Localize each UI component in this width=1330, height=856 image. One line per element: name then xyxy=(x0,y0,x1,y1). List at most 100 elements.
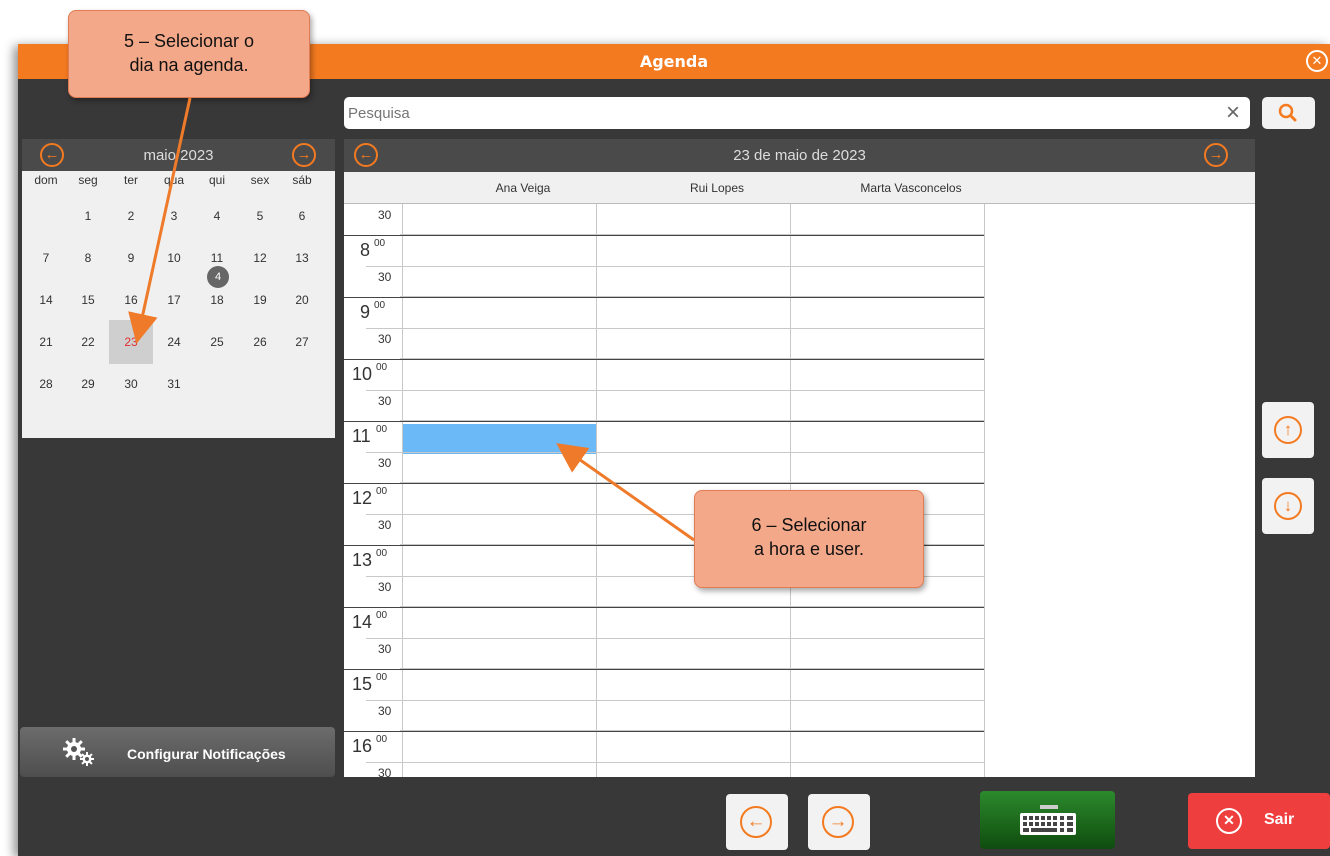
calendar-day[interactable]: 25 xyxy=(195,320,239,364)
weekday-label: dom xyxy=(34,173,58,187)
weekday-label: qui xyxy=(208,173,225,187)
calendar-day-selected[interactable]: 23 xyxy=(109,320,153,364)
half-hour-label: 30 xyxy=(378,394,392,408)
calendar-day[interactable]: 30 xyxy=(109,362,153,406)
callout-step-5-line-2: dia na agenda. xyxy=(129,55,249,75)
half-hour-label: 30 xyxy=(378,518,392,532)
hour-line xyxy=(344,731,984,732)
calendar-day[interactable]: 31 xyxy=(152,362,196,406)
configure-notifications-label: Configurar Notificações xyxy=(127,746,286,762)
minute-label: 00 xyxy=(376,672,388,683)
hour-label: 8 xyxy=(360,240,371,260)
weekday-label: qua xyxy=(163,173,185,187)
calendar-day[interactable]: 17 xyxy=(152,278,196,322)
scroll-up-button[interactable]: ↑ xyxy=(1262,402,1314,458)
calendar-day[interactable]: 10 xyxy=(152,236,196,280)
calendar-day[interactable]: 6 xyxy=(280,194,324,238)
hour-label: 15 xyxy=(352,674,373,694)
slot-line xyxy=(366,452,984,453)
arrow-right-icon: → xyxy=(822,806,854,838)
half-hour-label: 30 xyxy=(378,208,392,222)
minute-label: 00 xyxy=(374,238,386,249)
gears-icon xyxy=(63,738,94,766)
configure-notifications-button[interactable]: Configurar Notificações xyxy=(20,727,335,777)
calendar-day[interactable]: 28 xyxy=(24,362,68,406)
calendar-day[interactable]: 12 xyxy=(238,236,282,280)
calendar-day[interactable]: 9 xyxy=(109,236,153,280)
event-count-badge: 4 xyxy=(207,266,229,288)
agenda-next-day-icon[interactable]: → xyxy=(1204,143,1228,167)
user-column-header[interactable]: Ana Veiga xyxy=(426,181,620,195)
callout-step-6-line-1: 6 – Selecionar xyxy=(751,515,867,535)
close-icon[interactable]: ✕ xyxy=(1306,50,1328,72)
calendar-day[interactable]: 2 xyxy=(109,194,153,238)
half-hour-label: 30 xyxy=(378,270,392,284)
calendar-day[interactable]: 22 xyxy=(66,320,110,364)
agenda-window: Agenda ✕ × ← maio 2023 → domsegterquaqui… xyxy=(18,44,1330,856)
previous-button[interactable]: ← xyxy=(726,794,788,850)
weekday-label: sex xyxy=(250,173,270,187)
mini-calendar-header: ← maio 2023 → xyxy=(22,139,335,171)
hour-label: 16 xyxy=(352,736,373,756)
calendar-day[interactable]: 7 xyxy=(24,236,68,280)
hour-line xyxy=(344,359,984,360)
calendar-day[interactable]: 4 xyxy=(195,194,239,238)
calendar-day[interactable]: 15 xyxy=(66,278,110,322)
selected-time-slot[interactable] xyxy=(402,424,596,454)
hour-line xyxy=(344,607,984,608)
arrow-up-icon: ↑ xyxy=(1274,416,1302,444)
column-divider xyxy=(402,204,403,777)
weekday-label: seg xyxy=(78,173,98,187)
minute-label: 00 xyxy=(376,610,388,621)
callout-step-6-line-2: a hora e user. xyxy=(753,539,865,559)
callout-step-5: 5 – Selecionar o dia na agenda. xyxy=(68,10,310,98)
calendar-day[interactable]: 20 xyxy=(280,278,324,322)
hour-line xyxy=(344,669,984,670)
search-icon xyxy=(1278,103,1297,122)
calendar-day[interactable]: 26 xyxy=(238,320,282,364)
hour-line xyxy=(344,297,984,298)
keyboard-button[interactable] xyxy=(980,791,1115,849)
calendar-day[interactable]: 27 xyxy=(280,320,324,364)
calendar-day[interactable]: 1 xyxy=(66,194,110,238)
next-button[interactable]: → xyxy=(808,794,870,850)
calendar-day[interactable]: 24 xyxy=(152,320,196,364)
calendar-day[interactable]: 3 xyxy=(152,194,196,238)
half-hour-label: 30 xyxy=(378,766,392,777)
calendar-day[interactable]: 19 xyxy=(238,278,282,322)
hour-label: 11 xyxy=(352,426,371,446)
exit-label: Sair xyxy=(1264,811,1295,828)
calendar-day[interactable]: 8 xyxy=(66,236,110,280)
search-input[interactable] xyxy=(348,101,1188,125)
search-button[interactable] xyxy=(1262,97,1315,129)
calendar-day[interactable]: 29 xyxy=(66,362,110,406)
mini-calendar-next-icon[interactable]: → xyxy=(292,143,316,167)
clear-search-icon[interactable]: × xyxy=(1226,99,1240,127)
column-divider xyxy=(984,204,985,777)
scroll-down-button[interactable]: ↓ xyxy=(1262,478,1314,534)
calendar-day[interactable]: 5 xyxy=(238,194,282,238)
half-hour-label: 30 xyxy=(378,704,392,718)
mini-calendar-month: maio 2023 xyxy=(143,147,214,164)
arrow-down-icon: ↓ xyxy=(1274,492,1302,520)
hour-label: 12 xyxy=(352,488,373,508)
weekday-header: dom seg ter qua qui sex sáb xyxy=(22,173,335,191)
calendar-day[interactable]: 14 xyxy=(24,278,68,322)
calendar-day[interactable]: 21 xyxy=(24,320,68,364)
hour-line xyxy=(344,421,984,422)
mini-calendar: ← maio 2023 → dom seg ter qua qui sex sáb 1234… xyxy=(22,139,335,438)
user-column-header[interactable]: Rui Lopes xyxy=(620,181,814,195)
exit-button[interactable]: ✕ Sair xyxy=(1188,793,1330,849)
minute-label: 00 xyxy=(376,486,388,497)
callout-step-6: 6 – Selecionar a hora e user. xyxy=(694,490,924,588)
minute-label: 00 xyxy=(374,300,386,311)
agenda-date-header: ← 23 de maio de 2023 → xyxy=(344,139,1255,172)
calendar-day[interactable]: 16 xyxy=(109,278,153,322)
slot-line xyxy=(366,762,984,763)
calendar-day[interactable]: 13 xyxy=(280,236,324,280)
hour-line xyxy=(344,483,984,484)
slot-line xyxy=(366,328,984,329)
minute-label: 00 xyxy=(376,362,388,373)
keyboard-icon xyxy=(1020,805,1076,835)
user-column-header[interactable]: Marta Vasconcelos xyxy=(814,181,1008,195)
